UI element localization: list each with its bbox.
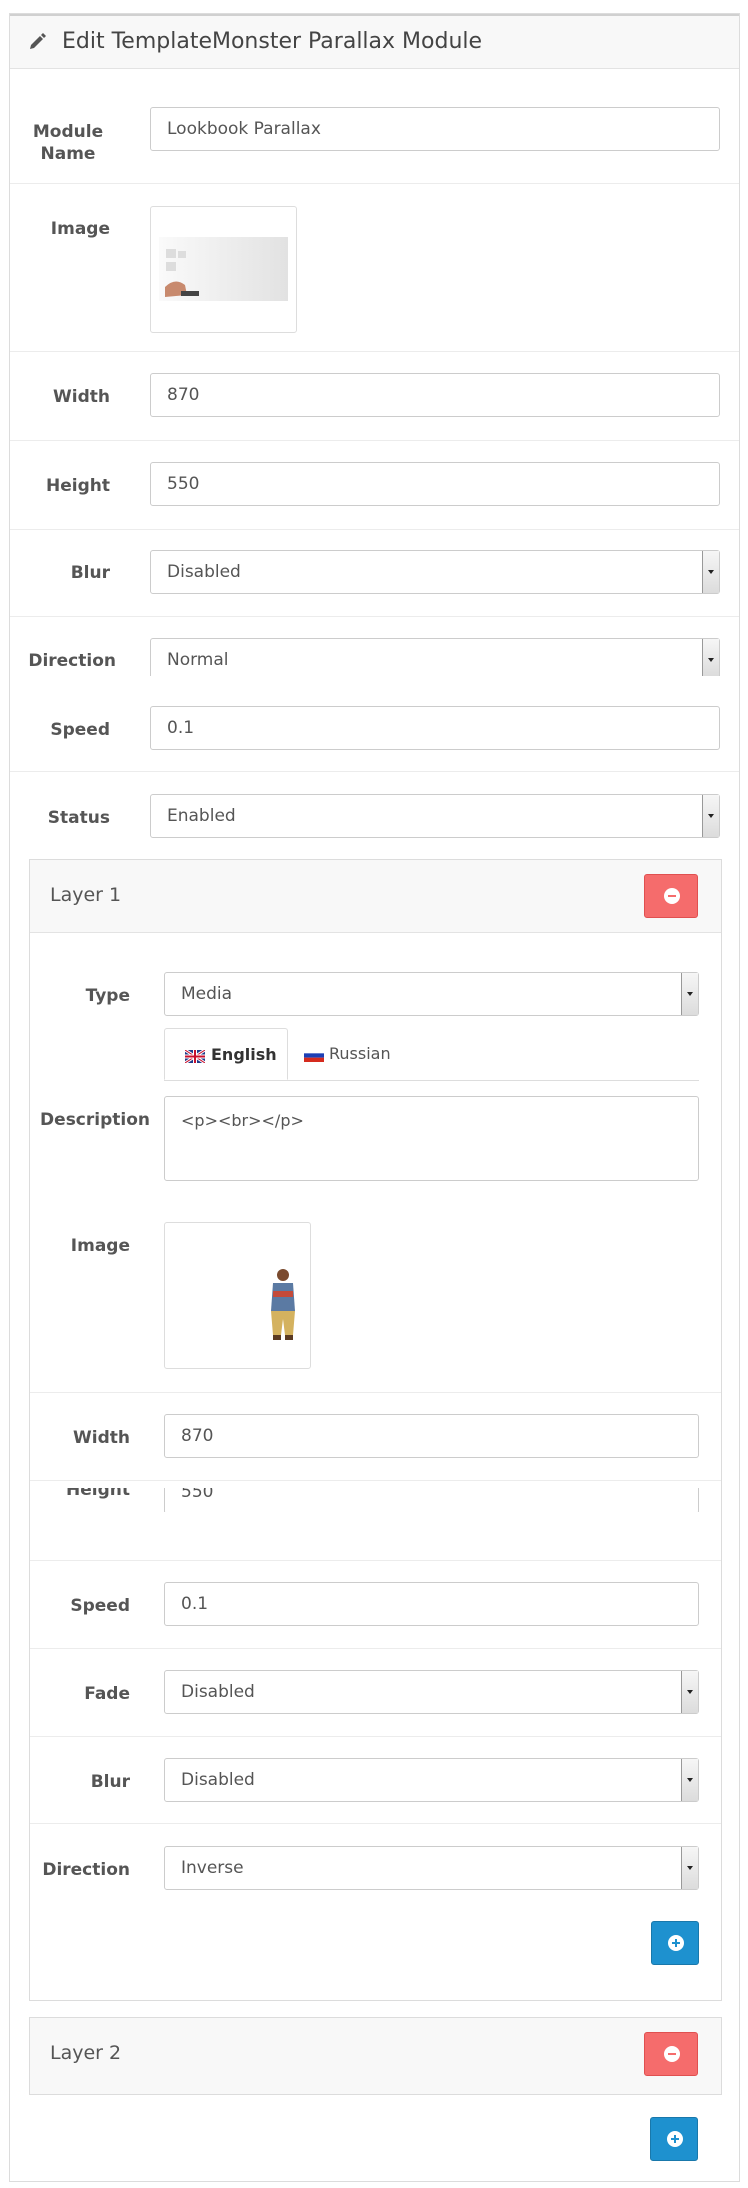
tab-english[interactable]: English [164,1028,288,1080]
module-name-label: Module Name [32,122,104,164]
divider [10,529,739,530]
description-textarea[interactable]: <p><br></p> [164,1096,699,1181]
layer-1-panel: Layer 1 Type Media English Russian Descr… [29,859,722,2001]
divider [10,183,739,184]
panel-heading: Edit TemplateMonster Parallax Module [10,14,739,69]
module-name-input[interactable]: Lookbook Parallax [150,107,720,151]
layer-image-label: Image [70,1236,130,1256]
divider [30,1560,721,1561]
pencil-icon [30,33,46,49]
divider [10,351,739,352]
layer-blur-select[interactable]: Disabled [164,1758,699,1802]
height-label: Height [46,476,110,496]
uk-flag-icon [185,1050,205,1063]
fade-label: Fade [84,1684,130,1704]
language-tabs: English Russian [164,1028,699,1081]
chevron-down-icon [702,551,719,593]
height-input[interactable]: 550 [150,462,720,506]
layer-speed-label: Speed [70,1596,130,1616]
chevron-down-icon [681,1759,698,1801]
tab-english-label: English [211,1045,277,1064]
direction-label: Direction [28,651,116,671]
status-label: Status [47,808,110,828]
speed-label: Speed [50,720,110,740]
layer-direction-select-value: Inverse [181,1858,244,1878]
width-label: Width [53,387,110,407]
blur-label: Blur [70,563,110,583]
remove-layer-2-button[interactable] [644,2032,698,2076]
layer-type-select-value: Media [181,984,233,1004]
plus-circle-icon [667,2131,683,2147]
status-select[interactable]: Enabled [150,794,720,838]
layer-type-select[interactable]: Media [164,972,699,1016]
layer-speed-input[interactable]: 0.1 [164,1582,699,1626]
remove-layer-1-button[interactable] [644,874,698,918]
chevron-down-icon [681,1671,698,1713]
layer-direction-select[interactable]: Inverse [164,1846,699,1890]
chevron-down-icon [702,639,719,676]
layer-2-panel: Layer 2 [29,2017,722,2095]
divider [10,771,739,772]
layer-height-label: Height [66,1488,130,1500]
divider [30,1480,721,1481]
divider [30,1648,721,1649]
speed-input[interactable]: 0.1 [150,706,720,750]
chevron-down-icon [702,795,719,837]
page-title: Edit TemplateMonster Parallax Module [62,29,483,54]
layer-1-title: Layer 1 [50,884,122,906]
plus-circle-icon [668,1935,684,1951]
layer-blur-label: Blur [90,1772,130,1792]
divider [30,1392,721,1393]
direction-select[interactable]: Normal [150,638,720,676]
minus-circle-icon [664,888,680,904]
layer-blur-select-value: Disabled [181,1770,255,1790]
blur-select-value: Disabled [167,562,241,582]
direction-select-value: Normal [167,650,229,670]
layer-height-row: Height 550 [30,1488,721,1512]
chevron-down-icon [681,1847,698,1889]
module-image-thumbnail[interactable] [150,206,297,333]
layer-type-label: Type [85,986,130,1006]
description-label: Description [40,1110,150,1130]
layer-direction-label: Direction [42,1860,130,1880]
layer-2-heading: Layer 2 [30,2018,721,2094]
add-item-button[interactable] [651,1921,699,1965]
chevron-down-icon [681,973,698,1015]
blur-select[interactable]: Disabled [150,550,720,594]
module-panel: Edit TemplateMonster Parallax Module Mod… [9,13,740,2182]
status-select-value: Enabled [167,806,236,826]
layer-image-thumbnail[interactable] [164,1222,311,1369]
lookbook-image [159,237,288,301]
divider [10,616,739,617]
model-image [271,1269,295,1340]
divider [30,1736,721,1737]
tab-russian-label: Russian [329,1044,391,1063]
width-input[interactable]: 870 [150,373,720,417]
layer-width-label: Width [73,1428,130,1448]
layer-width-input[interactable]: 870 [164,1414,699,1458]
add-layer-button[interactable] [650,2117,698,2161]
layer-1-heading: Layer 1 [30,860,721,933]
tab-russian[interactable]: Russian [304,1028,424,1080]
image-label: Image [50,219,110,239]
layer-2-title: Layer 2 [50,2042,122,2064]
divider [30,1823,721,1824]
layer-height-input[interactable]: 550 [164,1488,699,1512]
minus-circle-icon [664,2046,680,2062]
divider [10,440,739,441]
fade-select-value: Disabled [181,1682,255,1702]
ru-flag-icon [304,1049,324,1062]
fade-select[interactable]: Disabled [164,1670,699,1714]
